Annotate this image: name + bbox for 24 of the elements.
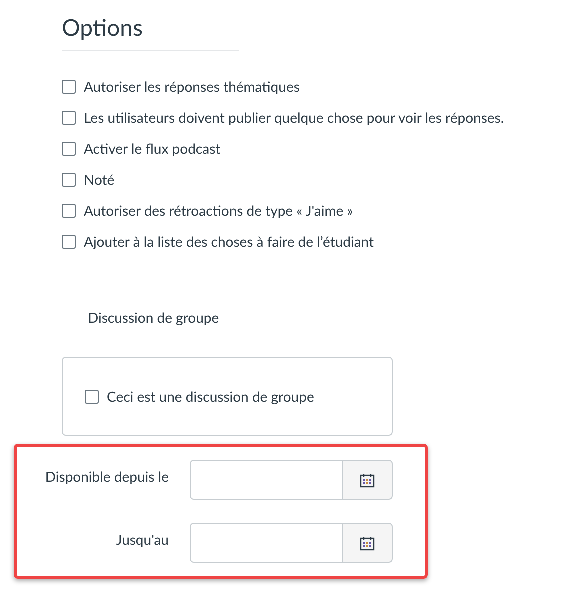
- calendar-button[interactable]: [343, 460, 393, 500]
- section-heading: Options: [62, 12, 144, 42]
- date-label: Disponible depuis le: [45, 467, 169, 487]
- date-label: Jusqu'au: [116, 530, 169, 550]
- date-field[interactable]: [190, 460, 343, 500]
- checkbox[interactable]: [62, 172, 76, 186]
- checkbox-label: Ceci est une discussion de groupe: [107, 387, 314, 407]
- group-title: Discussion de groupe: [88, 308, 220, 327]
- checkbox-label: Noté: [84, 170, 115, 190]
- checkbox[interactable]: [62, 142, 76, 156]
- checkbox-label: Autoriser des rétroactions de type « J'aime »: [84, 201, 354, 221]
- calendar-icon: [360, 472, 375, 488]
- date-field[interactable]: [190, 523, 343, 563]
- calendar-button[interactable]: [343, 523, 393, 563]
- checkbox[interactable]: [85, 390, 99, 404]
- checkbox[interactable]: [62, 110, 76, 124]
- checkbox[interactable]: [62, 234, 76, 248]
- checkbox[interactable]: [62, 204, 76, 218]
- checkbox-label: Ajouter à la liste des choses à faire de l’étudiant: [84, 232, 374, 252]
- checkbox-label: Autoriser les réponses thématiques: [84, 77, 300, 97]
- calendar-icon: [360, 536, 375, 550]
- checkbox-label: Activer le flux podcast: [84, 139, 221, 159]
- checkbox[interactable]: [62, 80, 76, 94]
- checkbox-label: Les utilisateurs doivent publier quelque chose pour voir les réponses.: [84, 108, 504, 128]
